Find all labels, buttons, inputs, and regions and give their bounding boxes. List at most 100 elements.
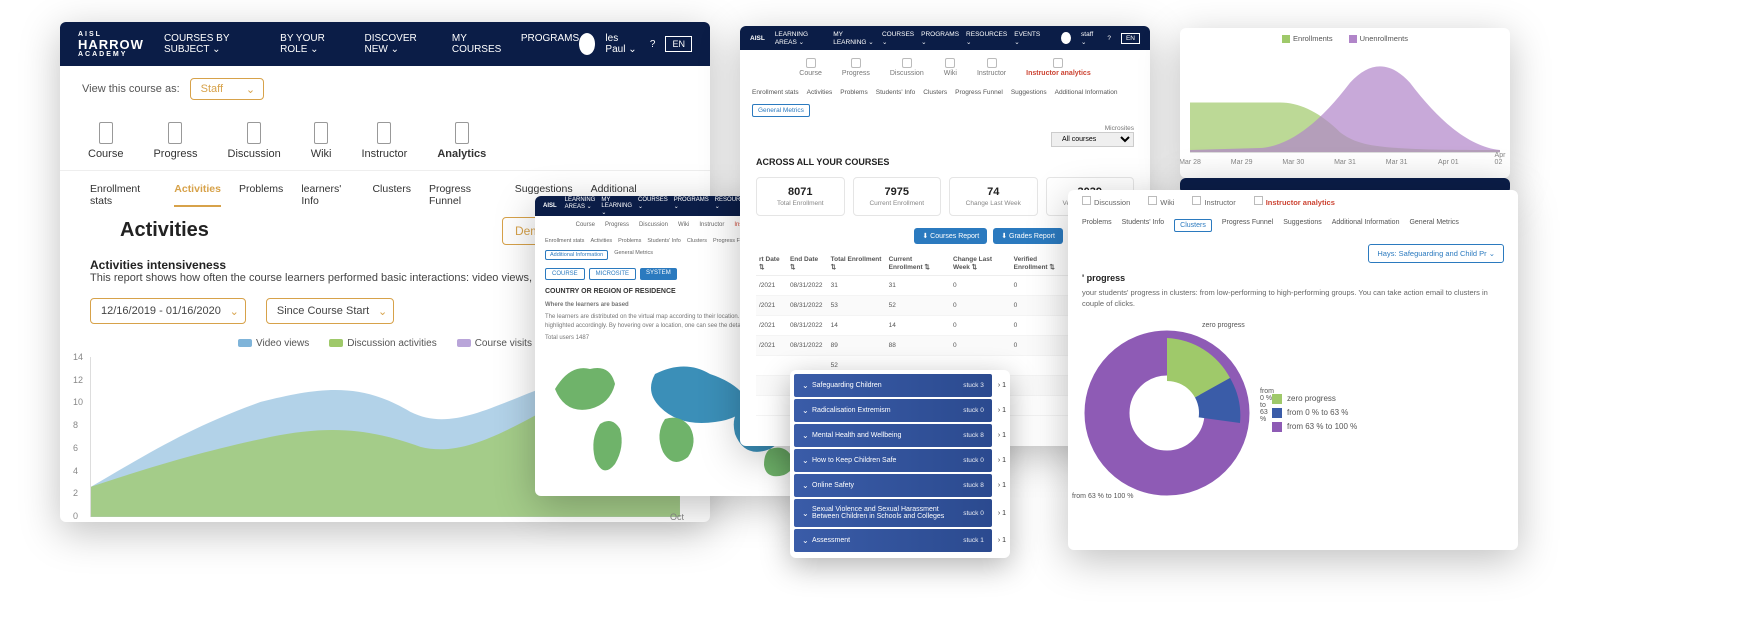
- subtab[interactable]: Enrollment stats: [545, 238, 584, 244]
- chevron-right-icon[interactable]: › 1: [998, 510, 1006, 517]
- subtab[interactable]: Additional Information: [1332, 219, 1400, 232]
- nav-item[interactable]: COURSES ⌄: [638, 197, 668, 216]
- nav-item[interactable]: DISCOVER NEW ⌄: [365, 33, 438, 55]
- tab[interactable]: Instructor: [699, 222, 724, 228]
- tab[interactable]: Progress: [842, 58, 870, 77]
- tab[interactable]: Instructor analytics: [1254, 196, 1335, 207]
- subtab[interactable]: Enrollment stats: [752, 89, 799, 96]
- tab-progress[interactable]: Progress: [153, 112, 197, 170]
- download-button[interactable]: ⬇ Grades Report: [993, 228, 1063, 244]
- tab[interactable]: Wiki: [1148, 196, 1174, 207]
- chevron-right-icon[interactable]: › 1: [998, 432, 1006, 439]
- chevron-right-icon[interactable]: › 1: [998, 457, 1006, 464]
- subtab[interactable]: Enrollment stats: [90, 183, 156, 207]
- nav-item[interactable]: COURSES ⌄: [882, 31, 914, 46]
- tab[interactable]: Instructor analytics: [1026, 58, 1091, 77]
- chevron-right-icon[interactable]: › 1: [998, 537, 1006, 544]
- user-menu[interactable]: les Paul ⌄ ? EN: [579, 33, 692, 55]
- tab-wiki[interactable]: Wiki: [311, 112, 332, 170]
- subtab[interactable]: General Metrics: [614, 250, 653, 260]
- subtab[interactable]: Students' Info: [876, 89, 916, 96]
- funnel-item[interactable]: ⌄How to Keep Children Safestuck 0: [794, 449, 992, 472]
- funnel-item[interactable]: ⌄Safeguarding Childrenstuck 3: [794, 374, 992, 397]
- nav-item[interactable]: PROGRAMS ⌄: [674, 197, 709, 216]
- tab[interactable]: Course: [799, 58, 822, 77]
- tab-course[interactable]: Course: [88, 112, 123, 170]
- nav-item[interactable]: COURSES BY SUBJECT ⌄: [164, 33, 266, 55]
- subtab[interactable]: Problems: [618, 238, 641, 244]
- lang-toggle[interactable]: EN: [665, 36, 692, 52]
- subtab[interactable]: Additional Information: [1055, 89, 1118, 96]
- tab[interactable]: Wiki: [944, 58, 957, 77]
- funnel-item[interactable]: ⌄Sexual Violence and Sexual Harassment B…: [794, 499, 992, 527]
- tab[interactable]: Progress: [605, 222, 629, 228]
- funnel-item[interactable]: ⌄Online Safetystuck 8: [794, 474, 992, 497]
- download-button[interactable]: ⬇ Courses Report: [914, 228, 987, 244]
- nav-item[interactable]: LEARNING AREAS ⌄: [565, 197, 596, 216]
- subtab[interactable]: Problems: [840, 89, 867, 96]
- subtab[interactable]: Students' Info: [1122, 219, 1165, 232]
- subtab[interactable]: Students' Info: [647, 238, 680, 244]
- subtab[interactable]: Clusters: [923, 89, 947, 96]
- tab-instructor[interactable]: Instructor: [361, 112, 407, 170]
- nav-item[interactable]: BY YOUR ROLE ⌄: [280, 33, 350, 55]
- pill[interactable]: SYSTEM: [640, 268, 677, 280]
- tab[interactable]: Wiki: [678, 222, 689, 228]
- chevron-right-icon[interactable]: › 1: [998, 407, 1006, 414]
- subtab[interactable]: Progress Funnel: [955, 89, 1003, 96]
- col-header[interactable]: Total Enrollment ⇅: [828, 252, 886, 276]
- nav-item[interactable]: MY COURSES: [452, 33, 507, 55]
- since-select[interactable]: Since Course Start: [266, 298, 394, 324]
- col-header[interactable]: Change Last Week ⇅: [950, 252, 1011, 276]
- funnel-item[interactable]: ⌄Assessmentstuck 1: [794, 529, 992, 552]
- subtab[interactable]: Progress Funnel: [1222, 219, 1273, 232]
- course-filter[interactable]: Hays: Safeguarding and Child Pr ⌄: [1368, 244, 1504, 263]
- subtab[interactable]: learners' Info: [301, 183, 354, 207]
- chevron-right-icon[interactable]: › 1: [998, 382, 1006, 389]
- subtab[interactable]: Clusters: [372, 183, 411, 207]
- subtab[interactable]: Additional Information: [545, 250, 608, 260]
- lang-toggle[interactable]: EN: [1121, 33, 1140, 44]
- date-range-select[interactable]: 12/16/2019 - 01/16/2020: [90, 298, 246, 324]
- pill[interactable]: MICROSITE: [589, 268, 636, 280]
- subtab[interactable]: Activities: [590, 238, 612, 244]
- nav-item[interactable]: PROGRAMS ⌄: [921, 31, 959, 46]
- subtab[interactable]: Problems: [1082, 219, 1112, 232]
- nav-item[interactable]: MY LEARNING ⌄: [601, 197, 632, 216]
- subtab[interactable]: Suggestions: [1283, 219, 1322, 232]
- subtab[interactable]: Problems: [239, 183, 283, 207]
- funnel-item[interactable]: ⌄Radicalisation Extremismstuck 0: [794, 399, 992, 422]
- col-header[interactable]: Verified Enrollment ⇅: [1011, 252, 1075, 276]
- user-menu[interactable]: staff ⌄: [1081, 31, 1097, 46]
- chevron-right-icon[interactable]: › 1: [998, 482, 1006, 489]
- tab[interactable]: Instructor: [1192, 196, 1235, 207]
- nav-item[interactable]: MY LEARNING ⌄: [833, 31, 875, 46]
- tab[interactable]: Discussion: [890, 58, 924, 77]
- subtab[interactable]: Clusters: [687, 238, 707, 244]
- subtab[interactable]: Clusters: [1174, 219, 1212, 232]
- nav-item[interactable]: LEARNING AREAS ⌄: [775, 31, 826, 46]
- subtab[interactable]: Activities: [174, 183, 221, 207]
- tab[interactable]: Course: [576, 222, 595, 228]
- col-header[interactable]: End Date ⇅: [787, 252, 828, 276]
- col-header[interactable]: rt Date ⇅: [756, 252, 787, 276]
- tab[interactable]: Instructor: [977, 58, 1006, 77]
- subtab[interactable]: Suggestions: [1011, 89, 1047, 96]
- tab[interactable]: Discussion: [1082, 196, 1130, 207]
- help-icon[interactable]: ?: [1107, 35, 1111, 42]
- view-as-select[interactable]: Staff: [190, 78, 264, 100]
- nav-item[interactable]: EVENTS ⌄: [1014, 31, 1041, 46]
- tab-discussion[interactable]: Discussion: [228, 112, 281, 170]
- funnel-item[interactable]: ⌄Mental Health and Wellbeingstuck 8: [794, 424, 992, 447]
- help-icon[interactable]: ?: [650, 39, 656, 50]
- nav-item[interactable]: PROGRAMS: [521, 33, 579, 55]
- subtab[interactable]: General Metrics: [752, 104, 810, 117]
- pill[interactable]: COURSE: [545, 268, 585, 280]
- tab-analytics[interactable]: Analytics: [437, 112, 486, 170]
- subtab[interactable]: Activities: [807, 89, 833, 96]
- microsites-select[interactable]: All courses: [1051, 132, 1134, 147]
- col-header[interactable]: Current Enrollment ⇅: [886, 252, 950, 276]
- subtab[interactable]: Progress Funnel: [429, 183, 497, 207]
- nav-item[interactable]: RESOURCES ⌄: [966, 31, 1007, 46]
- subtab[interactable]: General Metrics: [1409, 219, 1458, 232]
